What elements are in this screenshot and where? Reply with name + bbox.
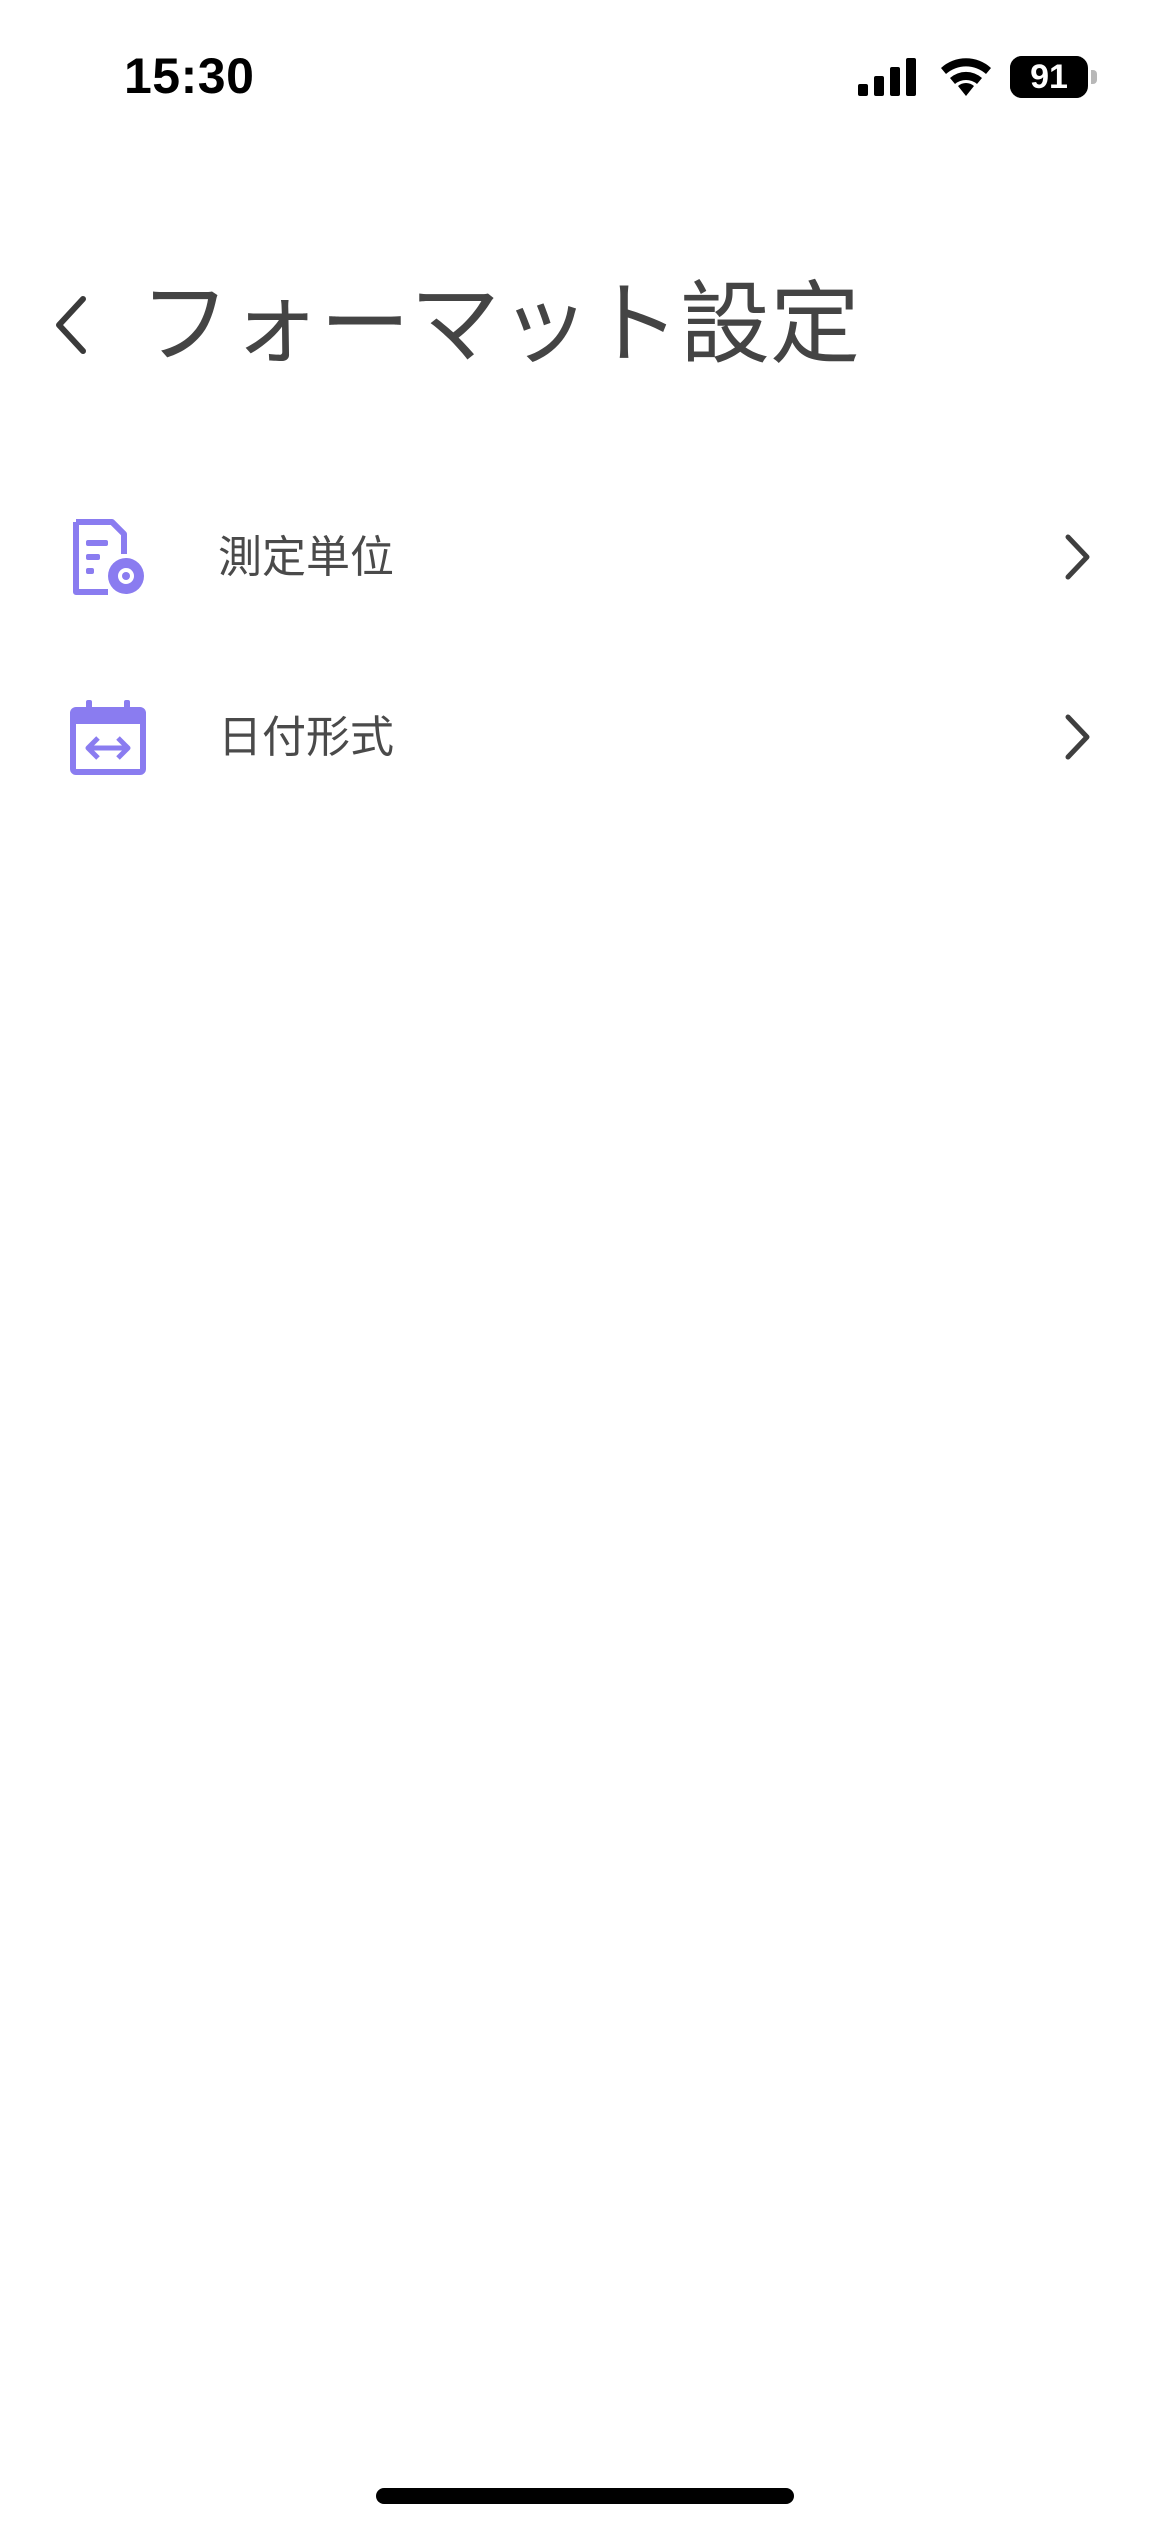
battery-cap	[1091, 70, 1097, 84]
header: フォーマット設定	[0, 250, 1170, 400]
status-bar: 15:30 91	[0, 0, 1170, 150]
battery-body: 91	[1010, 56, 1088, 98]
calendar-arrows-icon	[70, 700, 146, 775]
signal-icon	[858, 58, 916, 96]
chevron-right-icon	[1065, 714, 1090, 760]
home-indicator[interactable]	[376, 2488, 794, 2504]
battery-percentage: 91	[1030, 58, 1068, 96]
status-time: 15:30	[124, 48, 255, 104]
list-item-label: 日付形式	[218, 712, 394, 763]
wifi-icon	[941, 58, 991, 96]
list-item-label: 測定単位	[218, 532, 394, 583]
back-button[interactable]	[36, 280, 106, 370]
settings-list: 測定単位 日付形式	[0, 480, 1170, 840]
chevron-right-icon	[1065, 534, 1090, 580]
list-item-measurement-units[interactable]: 測定単位	[0, 480, 1170, 660]
measurement-unit-icon	[73, 519, 144, 595]
chevron-left-icon	[56, 296, 86, 354]
battery-icon: 91	[1010, 56, 1098, 98]
list-item-date-format[interactable]: 日付形式	[0, 660, 1170, 840]
page-title: フォーマット設定	[140, 272, 860, 377]
